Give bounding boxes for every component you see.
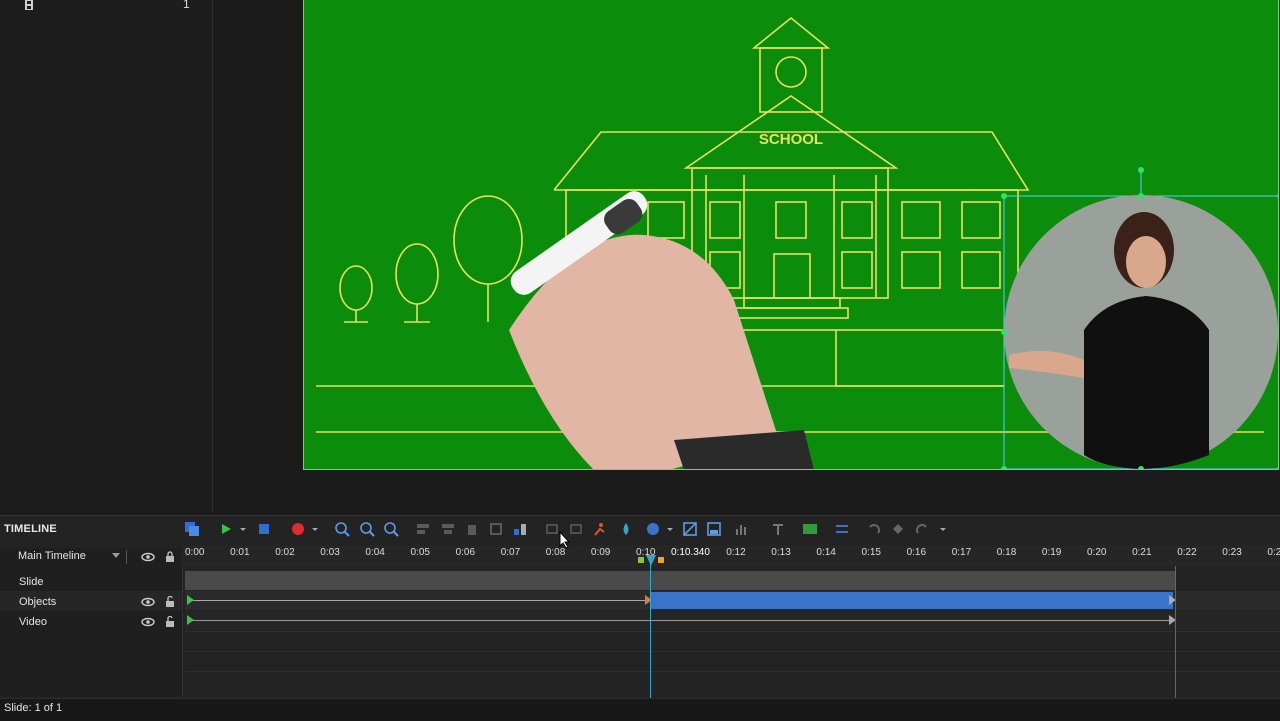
- lock-icon[interactable]: [165, 551, 175, 563]
- sync-icon[interactable]: [834, 521, 850, 537]
- eye-icon[interactable]: [141, 597, 155, 607]
- ruler-tick-label: 0:22: [1177, 547, 1197, 558]
- slide-count-status: Slide: 1 of 1: [4, 702, 63, 714]
- split-icon[interactable]: [512, 521, 528, 537]
- ruler-tick-label: 0:13: [771, 547, 791, 558]
- ruler-tick-label: 0:02: [275, 547, 295, 558]
- playhead-line[interactable]: [650, 560, 651, 698]
- new-track-icon[interactable]: [184, 521, 200, 537]
- video-track-line[interactable]: [189, 620, 1173, 621]
- drawing-hand: [509, 191, 814, 469]
- eye-icon[interactable]: [141, 617, 155, 627]
- dropdown-icon[interactable]: [310, 521, 320, 537]
- ruler-tick-label: 0:24: [1267, 547, 1280, 558]
- ruler-tick-label: 0:14: [816, 547, 836, 558]
- dropdown-icon[interactable]: [238, 521, 248, 537]
- end-time-line[interactable]: [1175, 566, 1176, 698]
- track-label-objects[interactable]: Objects: [19, 596, 56, 608]
- ruler-tick-label: 0:04: [365, 547, 385, 558]
- align-icon[interactable]: [415, 521, 431, 537]
- objects-clip[interactable]: [651, 592, 1173, 609]
- ruler-tick-label: 0:12: [726, 547, 746, 558]
- ruler-tick-label: 0:23: [1222, 547, 1242, 558]
- text-icon[interactable]: [770, 521, 786, 537]
- ruler-tick-label: 0:18: [996, 547, 1017, 558]
- ruler-tick-label: 0:17: [951, 547, 972, 558]
- record-icon[interactable]: [290, 521, 306, 537]
- zoom-fit-icon[interactable]: [334, 521, 350, 537]
- play-icon[interactable]: [218, 521, 234, 537]
- dropdown-icon[interactable]: [938, 521, 948, 537]
- ruler-tick-label: 0:09: [590, 547, 611, 558]
- stop-icon[interactable]: [256, 521, 272, 537]
- divider: [126, 550, 127, 564]
- delete-icon[interactable]: [464, 521, 480, 537]
- playhead-handle[interactable]: [638, 555, 664, 567]
- undo-icon[interactable]: [866, 521, 882, 537]
- ruler-tick-label: 0:21: [1132, 547, 1152, 558]
- ruler-tick-label: 0:15: [861, 547, 881, 558]
- ruler-tick-label: 0:01: [230, 547, 250, 558]
- objects-clip-start-marker[interactable]: [643, 594, 653, 606]
- start-marker-icon[interactable]: [185, 614, 195, 626]
- audio-icon[interactable]: [645, 521, 661, 537]
- row-divider: [185, 671, 1280, 672]
- cc-icon[interactable]: [802, 521, 818, 537]
- track-label-slide[interactable]: Slide: [19, 576, 43, 588]
- animation-icon[interactable]: [592, 521, 608, 537]
- slide-number[interactable]: 1: [183, 0, 190, 11]
- align-icon[interactable]: [440, 521, 456, 537]
- trim-icon[interactable]: [544, 521, 560, 537]
- slide-track-bar[interactable]: [185, 571, 1175, 590]
- track-label-video[interactable]: Video: [19, 616, 47, 628]
- ruler-tick-label: 0:07: [500, 547, 521, 558]
- keyframe-icon[interactable]: [890, 521, 906, 537]
- start-marker-icon[interactable]: [185, 594, 195, 606]
- row-divider: [185, 631, 1280, 632]
- whiteboard-drawing: SCHOOL: [316, 16, 1279, 470]
- redo-icon[interactable]: [914, 521, 930, 537]
- school-label: SCHOOL: [759, 131, 823, 148]
- objects-track-line: [189, 600, 649, 601]
- slide-canvas[interactable]: SCHOOL: [303, 0, 1279, 470]
- color-drop-icon[interactable]: [618, 521, 634, 537]
- dropdown-icon[interactable]: [665, 521, 675, 537]
- zoom-in-icon[interactable]: [359, 521, 375, 537]
- row-divider: [185, 651, 1280, 652]
- main-timeline-selector[interactable]: Main Timeline: [18, 550, 86, 562]
- status-bar: [0, 698, 1280, 721]
- ruler-tick-label: 0:00: [185, 547, 205, 558]
- transition-icon[interactable]: [706, 521, 722, 537]
- chevron-down-icon[interactable]: [112, 553, 120, 559]
- ruler-tick-label: 0:03: [320, 547, 340, 558]
- ruler-tick-label: 0:16: [906, 547, 927, 558]
- chart-icon[interactable]: [734, 521, 750, 537]
- unlock-icon[interactable]: [165, 596, 175, 608]
- mouse-cursor-icon: [559, 531, 571, 549]
- transition-icon[interactable]: [682, 521, 698, 537]
- timeline-title: TIMELINE: [4, 523, 57, 535]
- current-time-readout: 0:10.340: [669, 547, 712, 558]
- eye-icon[interactable]: [141, 552, 155, 562]
- ruler-tick-label: 0:05: [410, 547, 430, 558]
- slide-panel: [0, 0, 213, 512]
- ruler-tick-label: 0:20: [1087, 547, 1107, 558]
- crop-icon[interactable]: [488, 521, 504, 537]
- unlock-icon[interactable]: [165, 616, 175, 628]
- ruler-tick-label: 0:06: [455, 547, 476, 558]
- zoom-out-icon[interactable]: [383, 521, 399, 537]
- presenter-video-object[interactable]: [1001, 167, 1279, 470]
- ruler-tick-label: 0:19: [1041, 547, 1062, 558]
- film-icon[interactable]: [24, 0, 34, 10]
